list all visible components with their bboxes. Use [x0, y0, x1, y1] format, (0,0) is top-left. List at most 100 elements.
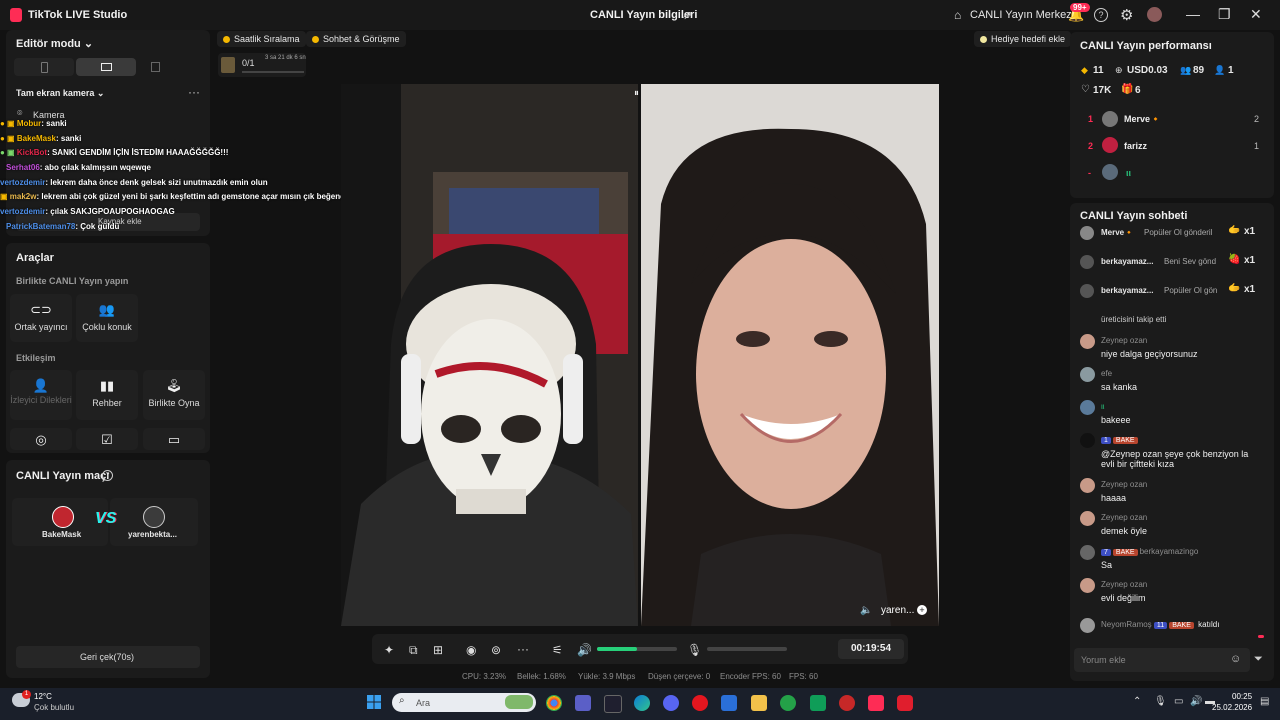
minimize-icon[interactable]: —: [1186, 6, 1200, 22]
microphone-icon[interactable]: 🎙: [687, 643, 702, 657]
join-row: NeyomRamoş 11 BAKE katıldı: [1101, 620, 1219, 629]
mail-icon[interactable]: [721, 695, 737, 711]
record-icon[interactable]: ◉: [466, 643, 476, 657]
chat-meet-chip[interactable]: Sohbet & Görüşme: [306, 31, 406, 47]
search-icon: ⌕: [399, 695, 405, 706]
chrome-icon[interactable]: [546, 695, 562, 711]
rank-number: 1: [1088, 114, 1094, 124]
tool-button-more-2[interactable]: ☑: [76, 428, 138, 450]
rank-number: -: [1088, 168, 1091, 178]
gear-icon[interactable]: ⚙: [1120, 6, 1133, 24]
rank-name[interactable]: farizz: [1124, 141, 1147, 151]
chat-username[interactable]: Zeynep ozan: [1101, 580, 1147, 589]
portrait-toggle[interactable]: [14, 58, 74, 76]
play-together-button[interactable]: 🕹 Birlikte Oyna: [143, 370, 205, 420]
more-controls-icon[interactable]: ···: [517, 642, 529, 656]
rank-avatar: [1102, 111, 1118, 127]
mic-tray-icon[interactable]: 🎙: [1154, 696, 1167, 707]
rank-number: 2: [1088, 141, 1094, 151]
joystick-icon: 🕹: [165, 378, 183, 393]
chat-message: evli değilim: [1101, 593, 1146, 603]
hourly-ranking-chip[interactable]: Saatlik Sıralama: [217, 31, 306, 47]
gift-user-avatar: [1080, 226, 1094, 240]
more-icon[interactable]: ···: [188, 85, 200, 99]
add-scene-icon[interactable]: ⊞: [433, 643, 443, 657]
gift-image-icon: 🫱: [1228, 225, 1241, 236]
camera-effect-icon[interactable]: ⊚: [491, 643, 501, 657]
maximize-icon[interactable]: ❐: [1218, 6, 1231, 23]
guide-button[interactable]: ▮▮ Rehber: [76, 370, 138, 420]
screen-share-icon[interactable]: ⧉: [409, 643, 418, 658]
weather-alert-badge: 1: [22, 690, 31, 699]
chevron-up-icon[interactable]: ⌃: [1133, 696, 1141, 707]
windows-start-icon[interactable]: [367, 695, 381, 709]
filter-icon[interactable]: ⏷: [1254, 653, 1263, 666]
notification-center-icon[interactable]: ▤: [1260, 696, 1269, 707]
help-icon[interactable]: ?: [1094, 8, 1108, 22]
magic-wand-icon[interactable]: ✦: [384, 643, 394, 657]
tiktok-studio-icon[interactable]: [868, 695, 884, 711]
goal-count: 0/1: [242, 58, 255, 68]
chat-username[interactable]: ιι: [1101, 402, 1105, 411]
profile-avatar[interactable]: [1147, 7, 1162, 22]
layout-switch-icon[interactable]: ⏸: [634, 88, 639, 99]
tool-button-more-1[interactable]: ◎: [10, 428, 72, 450]
host-video-illustration: [341, 84, 638, 626]
match-help-icon[interactable]: ?: [102, 470, 113, 481]
chat-avatar: [1080, 578, 1095, 593]
speaker-icon[interactable]: 🔈: [860, 605, 872, 616]
chat-badges: 1 BAKE: [1101, 435, 1140, 444]
opera-icon[interactable]: [692, 695, 708, 711]
usd-value: USD0.03: [1127, 65, 1168, 76]
rotate-toggle[interactable]: [142, 58, 168, 76]
settings-sliders-icon[interactable]: ⚟: [552, 643, 563, 657]
rotate-icon: [150, 62, 160, 72]
discord-icon[interactable]: [663, 695, 679, 711]
tools-title: Araçlar: [16, 252, 54, 264]
microphone-slider[interactable]: [707, 647, 787, 651]
gift-user-name: Merve🔸: [1101, 228, 1135, 237]
volume-slider[interactable]: [597, 647, 677, 651]
gift-row: berkayamaz... Beni Sev gönd 🍓 x1: [1080, 251, 1270, 277]
gift-goal-label: Hediye hedefi ekle: [991, 34, 1066, 44]
edge-icon[interactable]: [634, 695, 650, 711]
landscape-toggle[interactable]: [76, 58, 136, 76]
fan-badge: BAKE: [1112, 549, 1138, 556]
chat-avatar: [1080, 618, 1095, 633]
chat-username[interactable]: Zeynep ozan: [1101, 336, 1147, 345]
scroll-indicator: [1258, 635, 1264, 638]
chrome-profile-icon[interactable]: [780, 695, 796, 711]
viewer-requests-button[interactable]: 👤 İzleyici Dilekleri: [10, 370, 72, 420]
multi-guest-button[interactable]: 👥 Çoklu konuk: [76, 294, 138, 342]
diamond-icon: ◆: [1081, 65, 1088, 75]
app-icon[interactable]: [810, 695, 826, 711]
chat-username[interactable]: Zeynep ozan: [1101, 513, 1147, 522]
cohost-button[interactable]: ⊂⊃ Ortak yayıncı: [10, 294, 72, 342]
live-timer: 00:19:54: [838, 639, 904, 659]
source-dropdown[interactable]: Tam ekran kamera ⌄: [16, 88, 104, 99]
tool-button-more-3[interactable]: ▭: [143, 428, 205, 450]
close-icon[interactable]: ✕: [1250, 6, 1262, 23]
add-guest-icon[interactable]: +: [917, 605, 927, 615]
live-center-link[interactable]: CANLI Yayın Merkezi: [970, 9, 1074, 21]
network-icon[interactable]: ▭: [1174, 696, 1183, 707]
chat-username[interactable]: berkayamazingo: [1140, 547, 1199, 556]
folder-icon[interactable]: [751, 695, 767, 711]
rank-name[interactable]: Merve🔸: [1124, 114, 1161, 125]
app-red-icon[interactable]: [839, 695, 855, 711]
chat-username[interactable]: Zeynep ozan: [1101, 480, 1147, 489]
chat-username[interactable]: efe: [1101, 369, 1112, 378]
share-icon[interactable]: ⇗: [682, 8, 692, 22]
apps-icon[interactable]: [604, 695, 622, 713]
youtube-icon[interactable]: [897, 695, 913, 711]
gift-goal-chip[interactable]: Hediye hedefi ekle: [974, 31, 1072, 47]
volume-icon[interactable]: 🔊: [577, 643, 592, 657]
rank-name[interactable]: ιι: [1126, 168, 1131, 178]
volume-tray-icon[interactable]: 🔊: [1190, 696, 1202, 707]
join-username[interactable]: NeyomRamoş: [1101, 620, 1152, 629]
gift-count: x1: [1244, 255, 1256, 266]
editor-mode-dropdown[interactable]: Editör modu ⌄: [16, 37, 93, 50]
teams-icon[interactable]: [575, 695, 591, 711]
emoji-icon[interactable]: ☺: [1230, 653, 1241, 665]
chat-avatar: [1080, 545, 1095, 560]
